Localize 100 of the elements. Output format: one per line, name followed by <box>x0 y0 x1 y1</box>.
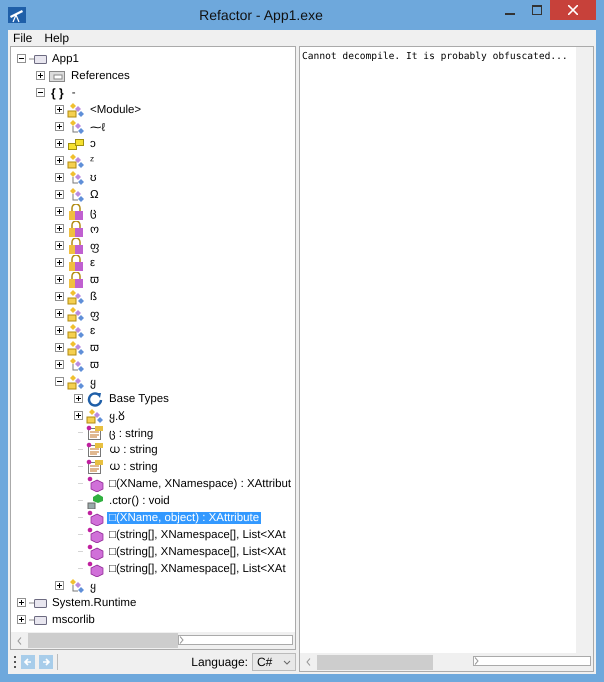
tree-item[interactable]: <Module> <box>88 104 144 116</box>
expand-icon[interactable] <box>55 343 64 352</box>
tree-item[interactable]: App1 <box>50 52 81 64</box>
expand-icon[interactable] <box>55 224 64 233</box>
expand-icon[interactable] <box>55 258 64 267</box>
maximize-icon <box>532 5 542 15</box>
expand-icon[interactable] <box>55 173 64 182</box>
tree-item[interactable]: Base Types <box>107 392 171 404</box>
tree-item[interactable]: ß <box>88 290 100 302</box>
padlock-icon <box>67 220 85 236</box>
close-button[interactable] <box>550 0 596 20</box>
tree-item[interactable]: ε <box>88 256 98 268</box>
method-icon <box>86 510 104 526</box>
menu-item[interactable]: File <box>13 31 32 45</box>
expand-icon[interactable] <box>55 207 64 216</box>
expand-icon[interactable] <box>17 598 26 607</box>
expand-icon[interactable] <box>55 156 64 165</box>
tree-item[interactable]: ფ <box>88 306 102 320</box>
menu-item[interactable]: Help <box>44 31 70 45</box>
tree-item[interactable]: ო <box>88 222 102 236</box>
tree-item[interactable]: ⁓ℓ <box>88 120 108 134</box>
tree-item[interactable]: ɛ <box>88 324 98 336</box>
expand-icon[interactable] <box>55 105 64 114</box>
back-arrow-icon <box>21 655 35 669</box>
expand-icon[interactable] <box>55 309 64 318</box>
tree-item[interactable]: □(string[], XNamespace[], List<XAt <box>107 546 288 558</box>
tree-item[interactable]: .ctor() : void <box>107 494 172 506</box>
field-icon <box>86 424 104 440</box>
horizontal-scrollbar[interactable] <box>11 632 295 649</box>
tree-item[interactable]: ϖ <box>88 274 101 286</box>
expand-icon[interactable] <box>55 122 64 131</box>
tree-item[interactable]: ɔ <box>88 138 98 150</box>
tree-item[interactable]: ധ : string <box>107 460 160 472</box>
window-title: Refactor - App1.exe <box>198 7 324 23</box>
tree-item[interactable]: ყ <box>88 578 98 592</box>
expand-icon[interactable] <box>74 394 83 403</box>
padlock-icon <box>67 272 85 288</box>
expand-icon[interactable] <box>55 139 64 148</box>
vertical-scrollbar[interactable] <box>576 47 593 653</box>
class-icon <box>67 374 85 390</box>
scroll-right-icon <box>473 656 591 666</box>
padlock-icon <box>67 254 85 270</box>
grip-icon <box>14 655 17 669</box>
collapse-icon[interactable] <box>36 88 45 97</box>
tree-item[interactable]: □(string[], XNamespace[], List<XAt <box>107 562 288 574</box>
expand-icon[interactable] <box>55 190 64 199</box>
chevron-icon <box>283 660 291 664</box>
output-text: Cannot decompile. It is probably obfuscated... <box>301 50 569 64</box>
scroll-left-icon <box>306 658 311 666</box>
forward-arrow-icon <box>39 655 53 669</box>
expand-icon[interactable] <box>55 326 64 335</box>
tree-item[interactable]: ც : string <box>107 426 156 440</box>
folder-icon <box>48 68 66 82</box>
field-icon <box>86 458 104 474</box>
language-dropdown[interactable]: C# <box>252 653 296 671</box>
tree-item[interactable]: System.Runtime <box>50 596 138 608</box>
tree-item[interactable]: ყ.ᲈ <box>107 408 128 423</box>
minimize-icon <box>504 13 514 15</box>
tree-item[interactable]: ϖ <box>88 342 101 354</box>
class-icon <box>67 340 85 356</box>
tree-item[interactable]: References <box>69 70 132 82</box>
tree-item[interactable]: ყ <box>88 374 98 388</box>
tree-item[interactable]: ϖ <box>88 358 101 370</box>
tree-item[interactable]: ფ <box>88 238 102 252</box>
tree-item[interactable]: ᶻ <box>88 154 96 166</box>
padlock-icon <box>67 204 85 220</box>
expand-icon[interactable] <box>17 615 26 624</box>
namespace-glyph: { } <box>51 86 64 100</box>
refresh-icon <box>86 390 104 406</box>
tree-item[interactable]: ც <box>88 204 99 218</box>
close-icon <box>568 5 578 15</box>
expand-icon[interactable] <box>74 411 83 420</box>
horizontal-scrollbar[interactable] <box>300 653 593 671</box>
expand-icon[interactable] <box>55 292 64 301</box>
class-icon <box>86 408 104 424</box>
expand-icon[interactable] <box>55 241 64 250</box>
tree-item[interactable]: Ω <box>88 188 101 200</box>
expand-icon[interactable] <box>55 360 64 369</box>
tree-item[interactable]: □(string[], XNamespace[], List<XAt <box>107 528 288 540</box>
tree-item[interactable]: - <box>70 86 78 98</box>
expand-icon[interactable] <box>36 71 45 80</box>
tree-item[interactable]: ധ : string <box>107 444 160 456</box>
class-icon <box>67 102 85 118</box>
expand-icon[interactable] <box>55 275 64 284</box>
class-icon <box>67 306 85 322</box>
tree-item[interactable]: mscorlib <box>50 614 97 626</box>
method-icon <box>86 560 104 576</box>
method-icon <box>86 476 104 492</box>
class-icon <box>67 288 85 304</box>
class-icon <box>67 322 85 338</box>
collapse-icon[interactable] <box>55 377 64 386</box>
tree-item[interactable]: □(XName, XNamespace) : XAttribut <box>107 478 294 490</box>
telescope-icon <box>8 7 26 23</box>
scroll-right-icon <box>178 634 293 644</box>
tree-item[interactable]: ʊ <box>88 172 99 184</box>
method-icon <box>86 544 104 560</box>
padlock-icon <box>67 238 85 254</box>
scroll-left-icon <box>17 636 22 644</box>
collapse-icon[interactable] <box>17 54 26 63</box>
expand-icon[interactable] <box>55 581 64 590</box>
